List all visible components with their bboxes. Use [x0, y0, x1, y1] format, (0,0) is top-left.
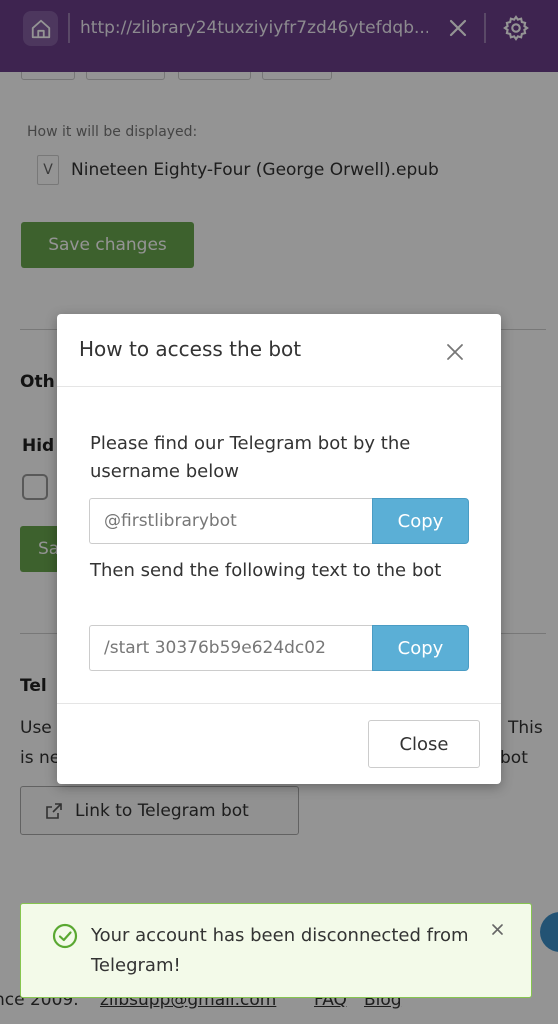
- toast-message: Your account has been disconnected from …: [91, 925, 469, 976]
- modal-close-button[interactable]: [443, 340, 467, 364]
- command-field-group: Copy: [89, 625, 469, 671]
- username-field-group: Copy: [89, 498, 469, 544]
- modal-header: How to access the bot: [57, 314, 501, 387]
- bot-username-input[interactable]: [89, 498, 372, 544]
- copy-command-button[interactable]: Copy: [372, 625, 469, 671]
- access-bot-modal: How to access the bot Please find our Te…: [57, 314, 501, 784]
- check-circle-icon: [52, 923, 78, 949]
- close-icon: [447, 344, 463, 360]
- instruction-find-bot: Please find our Telegram bot by the user…: [90, 433, 411, 482]
- success-toast: Your account has been disconnected from …: [20, 903, 532, 998]
- close-button[interactable]: Close: [368, 720, 480, 768]
- instruction-send-text: Then send the following text to the bot: [90, 560, 442, 581]
- modal-title: How to access the bot: [79, 337, 302, 361]
- start-command-input[interactable]: [89, 625, 372, 671]
- close-icon: [491, 923, 503, 935]
- modal-footer-divider: [57, 703, 501, 704]
- copy-username-button[interactable]: Copy: [372, 498, 469, 544]
- toast-close-button[interactable]: [489, 921, 505, 937]
